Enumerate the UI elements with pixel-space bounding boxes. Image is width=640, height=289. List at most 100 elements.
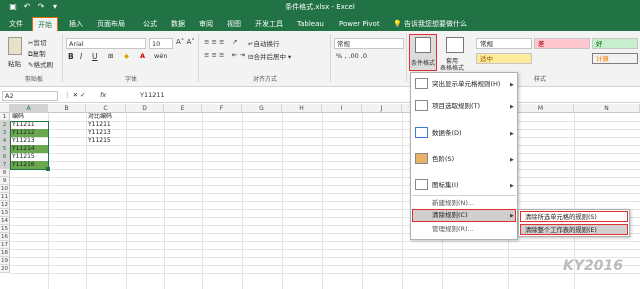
column-header[interactable]: E	[164, 104, 202, 113]
name-box[interactable]: A2	[2, 91, 58, 101]
tab-page-layout[interactable]: 页面布局	[92, 17, 130, 31]
column-header[interactable]: C	[86, 104, 126, 113]
indent-icons[interactable]: ⇤ ⇥	[232, 51, 245, 59]
formula-buttons[interactable]: ⋮ ✕ ✓	[64, 91, 86, 99]
tab-formulas[interactable]: 公式	[138, 17, 162, 31]
cut-button[interactable]: ✂剪切	[28, 37, 46, 47]
column-header[interactable]: A	[10, 104, 48, 113]
formula-input[interactable]: Y11211	[116, 91, 636, 101]
tab-file[interactable]: 文件	[4, 17, 28, 31]
column-header[interactable]: B	[48, 104, 86, 113]
group-divider	[330, 34, 331, 82]
row-header[interactable]: 14	[0, 217, 10, 225]
tab-home[interactable]: 开始	[32, 17, 58, 31]
tell-me-text: 告诉我您想要做什么	[403, 20, 467, 28]
fill-handle[interactable]	[46, 167, 50, 171]
tab-tableau[interactable]: Tableau	[292, 17, 329, 31]
row-header[interactable]: 9	[0, 177, 10, 185]
column-header[interactable]: G	[242, 104, 282, 113]
border-icon[interactable]: ⊞	[108, 52, 113, 60]
tab-developer[interactable]: 开发工具	[250, 17, 288, 31]
row-header[interactable]: 4	[0, 137, 10, 145]
row-header[interactable]: 19	[0, 257, 10, 265]
merge-label: 合并后居中	[253, 53, 286, 61]
select-all-corner[interactable]	[0, 104, 10, 113]
column-header[interactable]: J	[362, 104, 402, 113]
align-top-icons[interactable]: ≡ ≡ ≡	[204, 38, 224, 46]
menu-item-icon-sets[interactable]: 图标集(I)	[412, 178, 516, 192]
menu-item-color-scales[interactable]: 色阶(S)	[412, 152, 516, 166]
cell-a1[interactable]: 编码	[11, 113, 48, 121]
align-left-icons[interactable]: ≡ ≡ ≡	[204, 51, 224, 59]
column-header[interactable]: H	[282, 104, 322, 113]
tab-insert[interactable]: 插入	[64, 17, 88, 31]
paste-label[interactable]: 粘贴	[8, 58, 21, 68]
cell-c3[interactable]: Y11213	[87, 129, 126, 137]
row-header[interactable]: 7	[0, 161, 10, 169]
underline-icon[interactable]: U	[92, 52, 98, 61]
paste-icon[interactable]	[8, 37, 22, 55]
number-format-icons[interactable]: % , .00 .0	[336, 52, 367, 60]
row-header[interactable]: 12	[0, 201, 10, 209]
style-normal[interactable]: 常规	[476, 38, 532, 49]
menu-label: 新建规则(N)...	[432, 199, 475, 207]
tab-view[interactable]: 视图	[222, 17, 246, 31]
font-size-select[interactable]: 10	[149, 38, 173, 49]
merge-center-button[interactable]: ⊟合并后居中 ▾	[248, 51, 291, 61]
cell-c2[interactable]: Y11211	[87, 121, 126, 129]
row-header[interactable]: 8	[0, 169, 10, 177]
number-format-select[interactable]: 常规	[334, 38, 404, 49]
tab-data[interactable]: 数据	[166, 17, 190, 31]
row-header[interactable]: 20	[0, 265, 10, 273]
clear-entire-sheet-rules[interactable]: 清除整个工作表的规则(E)	[520, 224, 628, 235]
tab-review[interactable]: 审阅	[194, 17, 218, 31]
row-header[interactable]: 17	[0, 241, 10, 249]
format-as-table-icon[interactable]	[446, 37, 464, 53]
font-size-grow-shrink[interactable]: A˄ A˅	[176, 38, 195, 46]
fill-color-icon[interactable]: ◆	[124, 52, 129, 60]
italic-icon[interactable]: I	[80, 52, 82, 61]
row-header[interactable]: 13	[0, 209, 10, 217]
column-header[interactable]: I	[322, 104, 362, 113]
column-header[interactable]: F	[202, 104, 242, 113]
menu-item-highlight-rules[interactable]: 突出显示单元格规则(H)	[412, 77, 516, 91]
row-header[interactable]: 1	[0, 113, 10, 121]
style-neutral[interactable]: 适中	[476, 53, 532, 64]
orientation-icon[interactable]: ↗	[232, 38, 237, 46]
style-bad[interactable]: 差	[534, 38, 590, 49]
lightbulb-icon: 💡	[393, 20, 402, 28]
row-header[interactable]: 5	[0, 145, 10, 153]
row-header[interactable]: 16	[0, 233, 10, 241]
font-color-icon[interactable]: A	[140, 52, 145, 60]
grid-line	[10, 201, 640, 202]
bold-icon[interactable]: B	[68, 52, 74, 61]
row-header[interactable]: 11	[0, 193, 10, 201]
row-header[interactable]: 10	[0, 185, 10, 193]
row-header[interactable]: 18	[0, 249, 10, 257]
menu-item-clear-rules[interactable]: 清除规则(C)	[412, 208, 516, 222]
column-header[interactable]: D	[126, 104, 164, 113]
font-name-select[interactable]: Arial	[66, 38, 146, 49]
menu-item-manage-rules[interactable]: 管理规则(R)...	[412, 222, 516, 236]
clear-selected-cells-rules[interactable]: 清除所选单元格的规则(S)	[520, 211, 628, 222]
submenu-arrow-icon: ▶	[510, 82, 514, 88]
row-header[interactable]: 15	[0, 225, 10, 233]
style-calculation[interactable]: 计算	[592, 53, 638, 64]
cell-c4[interactable]: Y11215	[87, 137, 126, 145]
row-header[interactable]: 2	[0, 121, 10, 129]
fx-icon[interactable]: fx	[100, 91, 106, 99]
column-header[interactable]: N	[574, 104, 640, 113]
tell-me-search[interactable]: 💡 告诉我您想要做什么	[388, 17, 472, 31]
phonetic-icon[interactable]: wén	[154, 52, 167, 60]
cell-c1[interactable]: 对比编码	[87, 113, 126, 121]
format-painter-button[interactable]: ✎格式刷	[28, 59, 53, 69]
window-title: 条件格式.xlsx - Excel	[285, 3, 355, 11]
menu-item-top-bottom-rules[interactable]: 项目选取规则(T)	[412, 99, 516, 113]
menu-item-data-bars[interactable]: 数据条(D)	[412, 126, 516, 140]
tab-power-pivot[interactable]: Power Pivot	[334, 17, 385, 31]
style-good[interactable]: 好	[592, 38, 638, 49]
row-header[interactable]: 3	[0, 129, 10, 137]
copy-button[interactable]: ⧉复制	[28, 48, 46, 59]
row-header[interactable]: 6	[0, 153, 10, 161]
wrap-text-button[interactable]: ↵自动换行	[248, 38, 279, 48]
